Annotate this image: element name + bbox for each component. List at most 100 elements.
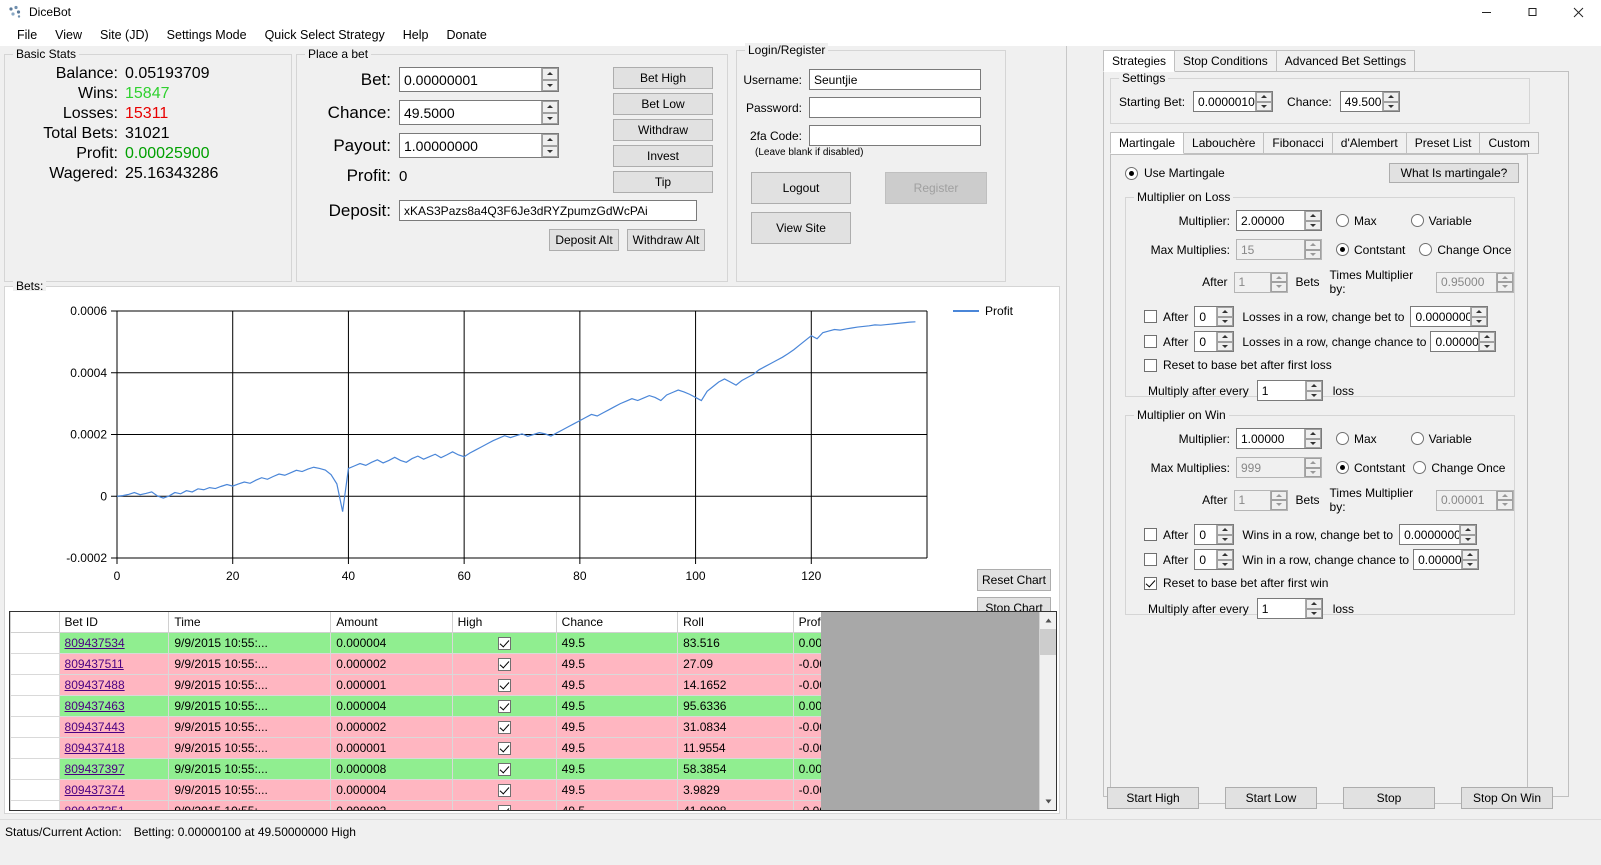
win-multiply-every-spin-down[interactable] [1305, 608, 1322, 618]
win-after-chance-checkbox[interactable] [1144, 553, 1157, 566]
win-max-radio[interactable] [1336, 432, 1349, 445]
menu-help[interactable]: Help [394, 25, 438, 45]
deposit-address-input[interactable] [399, 200, 697, 221]
invest-button[interactable]: Invest [613, 145, 713, 167]
strategy-chance-spinner[interactable] [1381, 92, 1399, 111]
loss-after-bet-value-spin-up[interactable] [1471, 307, 1488, 317]
bet-chance-spinner[interactable] [541, 101, 558, 124]
withdraw-button[interactable]: Withdraw [613, 119, 713, 141]
win-after-bet-value-spinner[interactable] [1459, 525, 1477, 544]
starting-bet-spinner[interactable] [1255, 92, 1273, 111]
maximize-button[interactable] [1509, 0, 1555, 24]
loss-after-bet-value-spinner[interactable] [1470, 307, 1488, 326]
starting-bet-spin-down[interactable] [1256, 101, 1273, 111]
high-checkbox[interactable] [497, 658, 511, 672]
win-after-bet-count-field[interactable] [1194, 524, 1235, 545]
loss-after-bet-count-spin-down[interactable] [1217, 316, 1234, 326]
what-is-martingale-button[interactable]: What Is martingale? [1389, 163, 1519, 183]
stop-on-win-button[interactable]: Stop On Win [1461, 787, 1553, 809]
win-after-chance-value-spinner[interactable] [1461, 550, 1479, 569]
high-checkbox[interactable] [497, 763, 511, 777]
tip-button[interactable]: Tip [613, 171, 713, 193]
loss-multiply-every-field[interactable] [1256, 380, 1323, 401]
scrollbar-thumb[interactable] [1040, 629, 1056, 655]
logout-button[interactable]: Logout [751, 172, 851, 204]
bet-amount-spinner[interactable] [541, 68, 558, 91]
high-checkbox[interactable] [497, 805, 511, 810]
loss-after-chance-count-field[interactable] [1194, 331, 1235, 352]
high-checkbox[interactable] [497, 721, 511, 735]
loss-multiply-every-spinner[interactable] [1304, 381, 1322, 400]
bet-low-button[interactable]: Bet Low [613, 93, 713, 115]
high-checkbox[interactable] [497, 679, 511, 693]
strategy-chance-field[interactable] [1339, 91, 1400, 112]
high-checkbox[interactable] [497, 637, 511, 651]
strategy-chance-spin-up[interactable] [1382, 92, 1399, 102]
loss-after-bet-value-spin-down[interactable] [1471, 316, 1488, 326]
loss-constant-radio[interactable] [1336, 243, 1349, 256]
win-constant-radio[interactable] [1336, 461, 1349, 474]
win-after-chance-value-spin-down[interactable] [1462, 559, 1479, 569]
win-multiplier-field[interactable] [1236, 428, 1322, 449]
use-martingale-radio[interactable] [1125, 166, 1138, 180]
win-after-bet-value-spin-up[interactable] [1460, 525, 1477, 535]
bet-payout-spin-down[interactable] [542, 145, 558, 157]
tab-strategies[interactable]: Strategies [1103, 50, 1176, 72]
strategy-tab-custom[interactable]: Custom [1479, 132, 1539, 154]
bet-payout-spin-up[interactable] [542, 134, 558, 146]
menu-settings-mode[interactable]: Settings Mode [158, 25, 256, 45]
close-button[interactable] [1555, 0, 1601, 24]
loss-after-chance-count-spin-up[interactable] [1217, 332, 1234, 342]
bet-high-button[interactable]: Bet High [613, 67, 713, 89]
loss-after-bet-checkbox[interactable] [1144, 310, 1157, 323]
high-checkbox[interactable] [497, 700, 511, 714]
withdraw-alt-button[interactable]: Withdraw Alt [627, 229, 705, 251]
bet-id-link[interactable]: 809437463 [65, 699, 125, 713]
win-after-bet-value-spin-down[interactable] [1460, 534, 1477, 544]
menu-site[interactable]: Site (JD) [91, 25, 158, 45]
start-high-button[interactable]: Start High [1107, 787, 1199, 809]
win-after-bet-value-field[interactable] [1399, 524, 1478, 545]
loss-after-bet-value-field[interactable] [1410, 306, 1489, 327]
loss-change-once-radio[interactable] [1419, 243, 1433, 256]
bet-amount-spin-down[interactable] [542, 79, 558, 91]
win-multiply-every-spinner[interactable] [1304, 599, 1322, 618]
loss-after-bet-count-field[interactable] [1194, 306, 1235, 327]
win-after-bet-checkbox[interactable] [1144, 528, 1157, 541]
strategy-chance-spin-down[interactable] [1382, 101, 1399, 111]
loss-after-bet-count-spinner[interactable] [1216, 307, 1234, 326]
col-amount[interactable]: Amount [330, 612, 453, 633]
twofa-input[interactable] [809, 125, 981, 146]
tab-advanced-bet-settings[interactable]: Advanced Bet Settings [1275, 50, 1416, 72]
view-site-button[interactable]: View Site [751, 212, 851, 244]
loss-max-radio[interactable] [1336, 214, 1349, 227]
bet-amount-input[interactable] [399, 67, 559, 92]
bet-payout-field[interactable] [399, 133, 559, 158]
strategy-tab-martingale[interactable]: Martingale [1110, 132, 1185, 154]
username-input[interactable] [809, 69, 981, 90]
col-bet-id[interactable]: Bet ID [58, 612, 170, 633]
starting-bet-spin-up[interactable] [1256, 92, 1273, 102]
loss-after-chance-value-spinner[interactable] [1478, 332, 1496, 351]
loss-variable-radio[interactable] [1410, 214, 1424, 227]
bet-amount-field[interactable] [399, 67, 559, 92]
bet-id-link[interactable]: 809437443 [65, 720, 125, 734]
bet-id-link[interactable]: 809437374 [65, 783, 125, 797]
col-roll[interactable]: Roll [677, 612, 794, 633]
bet-id-link[interactable]: 809437534 [65, 636, 125, 650]
loss-multiply-every-spin-down[interactable] [1305, 390, 1322, 400]
password-input[interactable] [809, 97, 981, 118]
bet-chance-spin-up[interactable] [542, 101, 558, 113]
bet-id-link[interactable]: 809437511 [65, 657, 124, 671]
win-after-chance-count-field[interactable] [1194, 549, 1235, 570]
bet-chance-field[interactable] [399, 100, 559, 125]
minimize-button[interactable] [1463, 0, 1509, 24]
win-after-bet-count-spin-up[interactable] [1217, 525, 1234, 535]
bets-table-scrollbar[interactable] [1039, 612, 1056, 810]
bet-chance-input[interactable] [399, 100, 559, 125]
loss-reset-checkbox[interactable] [1144, 358, 1157, 372]
menu-view[interactable]: View [46, 25, 91, 45]
scrollbar-down-arrow[interactable] [1040, 793, 1056, 810]
win-multiply-every-spin-up[interactable] [1305, 599, 1322, 609]
col-time[interactable]: Time [168, 612, 332, 633]
